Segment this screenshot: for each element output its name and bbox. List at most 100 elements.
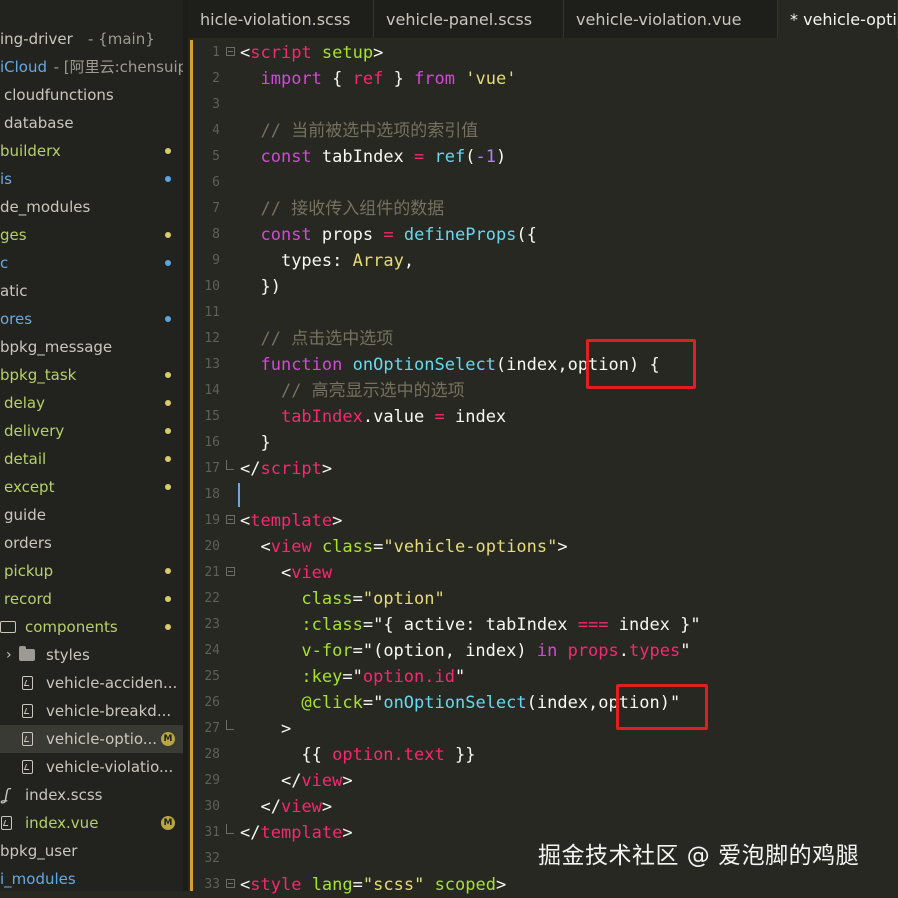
code-line[interactable]: 10 }) <box>188 274 898 300</box>
code-token: -1 <box>475 147 496 167</box>
sidebar-item[interactable]: bpkg_user <box>0 837 183 865</box>
code-token: template <box>250 511 333 531</box>
code-line[interactable]: 30 </view> <box>188 794 898 820</box>
code-line[interactable]: 18 <box>188 482 898 508</box>
code-token: onOptionSelect <box>352 355 496 375</box>
code-token: class <box>321 537 374 557</box>
code-token: = <box>434 407 445 427</box>
sidebar-item[interactable]: vehicle-acciden... <box>0 669 183 697</box>
code-line[interactable]: 27 > <box>188 716 898 742</box>
fold-toggle-icon[interactable] <box>226 47 235 56</box>
code-line[interactable]: 2 import { ref } from 'vue' <box>188 66 898 92</box>
sidebar-item[interactable]: › styles <box>0 641 183 669</box>
code-line[interactable]: 22 class="option" <box>188 586 898 612</box>
code-token: = <box>373 537 384 557</box>
sidebar-item[interactable]: index.vue M <box>0 809 183 837</box>
code-text: </view> <box>240 794 332 820</box>
code-line[interactable]: 14 // 高亮显示选中的选项 <box>188 378 898 404</box>
code-token: === <box>577 615 609 635</box>
code-line[interactable]: 33 <style lang="scss" scoped> <box>188 872 898 898</box>
editor-tab[interactable]: * vehicle-opti <box>778 0 898 38</box>
fold-toggle-icon[interactable] <box>226 515 235 524</box>
sidebar-item[interactable]: components <box>0 613 183 641</box>
code-line[interactable]: 26 @click="onOptionSelect(index,option)" <box>188 690 898 716</box>
code-line[interactable]: 9 types: Array, <box>188 248 898 274</box>
code-line[interactable]: 5 const tabIndex = ref(-1) <box>188 144 898 170</box>
sidebar-item[interactable]: ʆ index.scss <box>0 781 183 809</box>
sidebar-item[interactable]: c <box>0 249 183 277</box>
code-line[interactable]: 20 <view class="vehicle-options"> <box>188 534 898 560</box>
sidebar-item[interactable]: cloudfunctions <box>0 81 183 109</box>
chevron-right-icon[interactable]: › <box>6 641 12 669</box>
editor-tab[interactable]: vehicle-panel.scss <box>374 0 564 38</box>
code-text: </view> <box>240 768 353 794</box>
code-line[interactable]: 23 :class="{ active: tabIndex === index … <box>188 612 898 638</box>
code-line[interactable]: 11 <box>188 300 898 326</box>
code-line[interactable]: 3 <box>188 92 898 118</box>
code-line[interactable]: 21 <view <box>188 560 898 586</box>
code-token: ( <box>465 147 476 167</box>
sidebar-item-label: vehicle-breakd... <box>46 702 172 720</box>
sidebar-item[interactable]: delivery <box>0 417 183 445</box>
code-line[interactable]: 12 // 点击选中选项 <box>188 326 898 352</box>
sidebar-item[interactable]: builderx <box>0 137 183 165</box>
sidebar-item[interactable]: de_modules <box>0 193 183 221</box>
code-token: defineProps <box>403 225 517 245</box>
sidebar-item[interactable]: bpkg_message <box>0 333 183 361</box>
fold-toggle-icon[interactable] <box>226 567 235 576</box>
code-line[interactable]: 29 </view> <box>188 768 898 794</box>
code-line[interactable]: 1 <script setup> <box>188 40 898 66</box>
code-line[interactable]: 16 } <box>188 430 898 456</box>
sidebar-item[interactable]: iCloud - [阿里云:chensuip <box>0 53 183 81</box>
code-line[interactable]: 15 tabIndex.value = index <box>188 404 898 430</box>
sidebar-item[interactable]: except <box>0 473 183 501</box>
sidebar-item[interactable]: delay <box>0 389 183 417</box>
sidebar-item[interactable]: vehicle-violatio... <box>0 753 183 781</box>
sidebar-item[interactable]: vehicle-breakd... <box>0 697 183 725</box>
code-token: setup <box>321 43 374 63</box>
sidebar-item[interactable]: detail <box>0 445 183 473</box>
editor-tab[interactable]: hicle-violation.scss <box>188 0 374 38</box>
code-editor[interactable]: 1 <script setup> 2 import { ref } from 'vu… <box>188 38 898 895</box>
sidebar-item[interactable]: ores <box>0 305 183 333</box>
code-line[interactable]: 24 v-for="(option, index) in props.types… <box>188 638 898 664</box>
code-line[interactable]: 19 <template> <box>188 508 898 534</box>
code-line[interactable]: 25 :key="option.id" <box>188 664 898 690</box>
sidebar-item[interactable]: database <box>0 109 183 137</box>
sidebar-item[interactable]: is <box>0 165 183 193</box>
modified-badge: M <box>161 816 175 830</box>
fold-toggle-icon[interactable] <box>226 879 235 888</box>
code-line[interactable]: 6 <box>188 170 898 196</box>
sidebar-item-label: i_modules <box>0 870 76 888</box>
sidebar-item-label: except <box>4 478 55 496</box>
sidebar-item[interactable]: vehicle-optio... M <box>0 725 183 753</box>
code-line[interactable]: 13 function onOptionSelect(index,option)… <box>188 352 898 378</box>
editor-tab[interactable]: vehicle-violation.vue <box>564 0 778 38</box>
code-text: // 当前被选中选项的索引值 <box>240 118 478 144</box>
code-line[interactable]: 4 // 当前被选中选项的索引值 <box>188 118 898 144</box>
sidebar-item-label: vehicle-violatio... <box>46 758 174 776</box>
code-line[interactable]: 28 {{ option.text }} <box>188 742 898 768</box>
sidebar-item[interactable]: pickup <box>0 557 183 585</box>
status-dot <box>165 596 171 602</box>
code-line[interactable]: 17 </script> <box>188 456 898 482</box>
sidebar-item[interactable]: record <box>0 585 183 613</box>
sidebar-item[interactable]: atic <box>0 277 183 305</box>
sidebar-item[interactable]: guide <box>0 501 183 529</box>
sidebar-item[interactable]: i_modules <box>0 865 183 891</box>
sidebar-item[interactable]: ges <box>0 221 183 249</box>
sidebar-item[interactable]: ing-driver - {main} <box>0 25 183 53</box>
code-line[interactable]: 7 // 接收传入组件的数据 <box>188 196 898 222</box>
sidebar-item-label: atic <box>0 282 28 300</box>
code-line[interactable]: 8 const props = defineProps({ <box>188 222 898 248</box>
sidebar-item[interactable]: orders <box>0 529 183 557</box>
sidebar-item[interactable]: bpkg_task <box>0 361 183 389</box>
scss-icon: ʆ <box>4 785 10 804</box>
